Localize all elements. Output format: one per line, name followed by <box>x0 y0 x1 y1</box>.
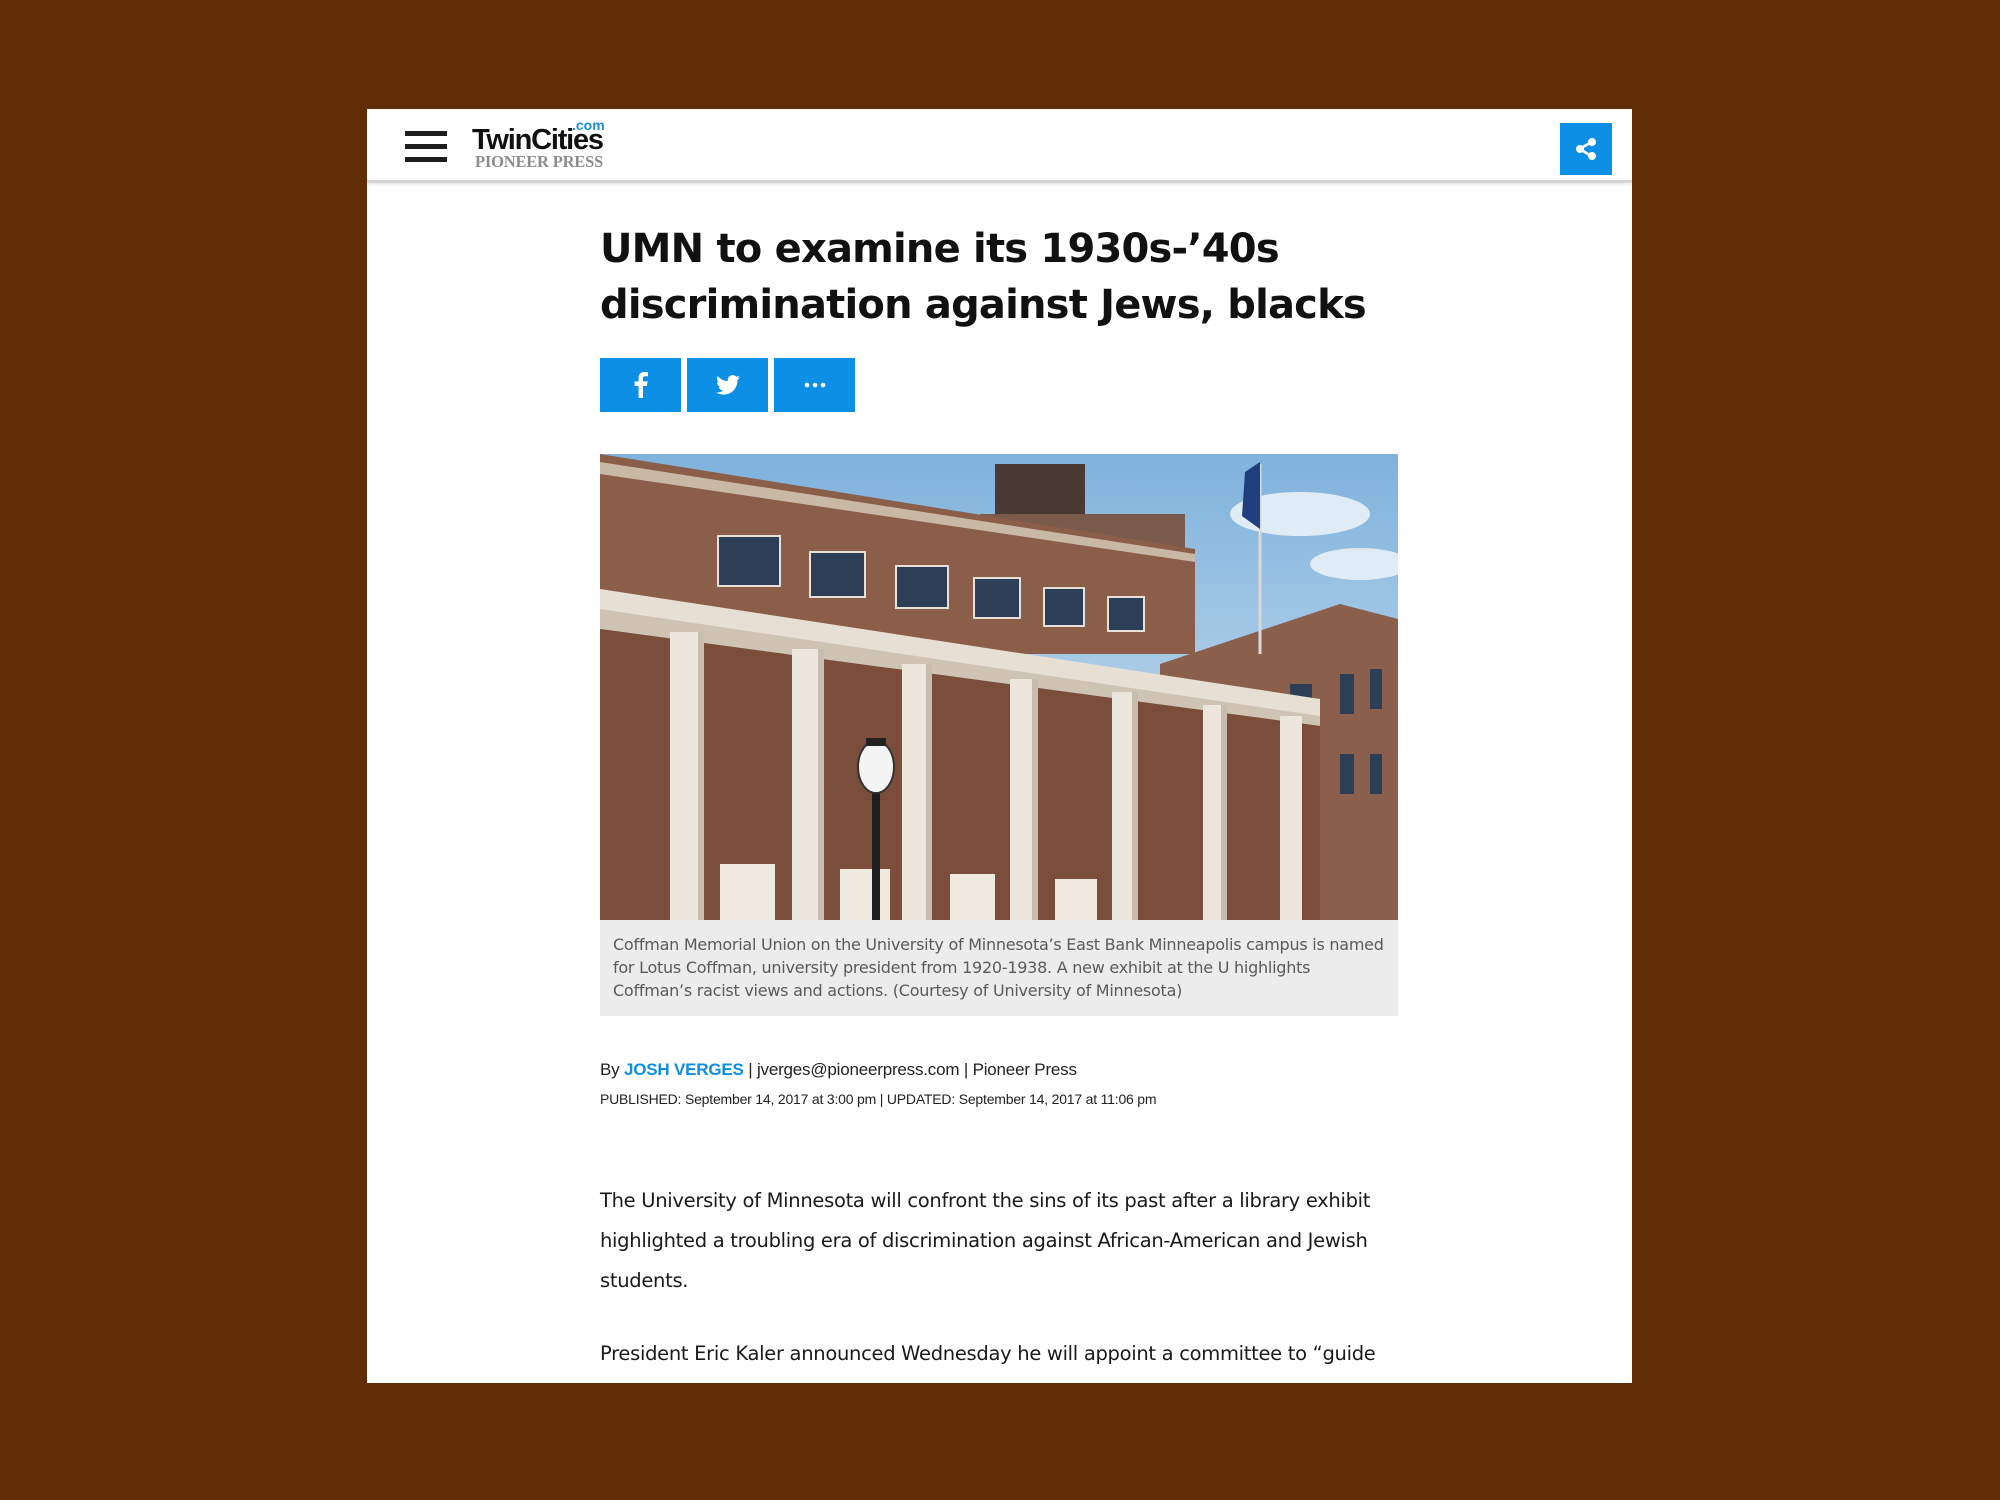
logo-com-text: .com <box>572 117 605 133</box>
article-paragraph-1: The University of Minnesota will confron… <box>600 1189 1371 1292</box>
image-caption: Coffman Memorial Union on the University… <box>600 920 1398 1016</box>
facebook-share-button[interactable] <box>600 358 681 412</box>
byline-prefix: By <box>600 1060 620 1079</box>
publish-dates: PUBLISHED: September 14, 2017 at 3:00 pm… <box>600 1091 1157 1107</box>
article-headline: UMN to examine its 1930s-’40s discrimina… <box>600 221 1420 333</box>
hero-image <box>600 454 1398 920</box>
byline: By JOSH VERGES | jverges@pioneerpress.co… <box>600 1060 1077 1080</box>
byline-contact: | jverges@pioneerpress.com | Pioneer Pre… <box>748 1060 1077 1079</box>
author-link[interactable]: JOSH VERGES <box>624 1060 744 1079</box>
site-header: TwinCities .com PIONEER PRESS <box>367 109 1632 183</box>
facebook-icon <box>634 372 648 398</box>
article-page: TwinCities .com PIONEER PRESS UMN to exa… <box>367 109 1632 1383</box>
more-icon <box>804 382 825 388</box>
share-icon <box>1576 138 1596 160</box>
share-button[interactable] <box>1560 123 1612 175</box>
site-logo[interactable]: TwinCities .com PIONEER PRESS <box>472 117 612 171</box>
logo-sub-text: PIONEER PRESS <box>475 152 604 171</box>
more-share-button[interactable] <box>774 358 855 412</box>
headline-line-2: discrimination against Jews, blacks <box>600 282 1367 328</box>
hamburger-menu-icon[interactable] <box>405 129 447 163</box>
twitter-share-button[interactable] <box>687 358 768 412</box>
headline-line-1: UMN to examine its 1930s-’40s <box>600 226 1280 272</box>
coffman-memorial-union-photo <box>600 454 1398 920</box>
social-share-bar <box>600 358 855 412</box>
twitter-icon <box>715 375 740 395</box>
article-paragraph-2: President Eric Kaler announced Wednesday… <box>600 1342 1376 1365</box>
